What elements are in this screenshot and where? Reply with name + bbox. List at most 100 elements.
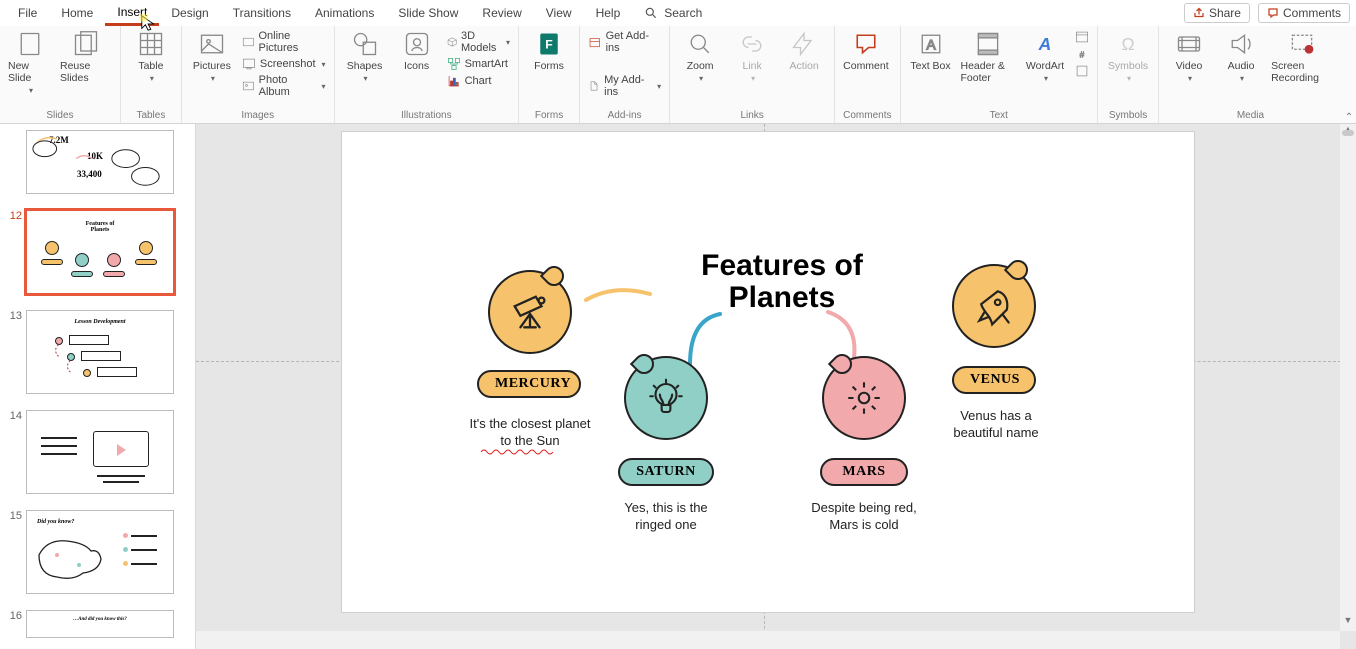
svg-text:A: A: [1038, 34, 1052, 54]
slide-thumb-14[interactable]: [26, 410, 174, 494]
search-label: Search: [664, 6, 702, 20]
slide-thumbnail-panel[interactable]: 7.2M 10K 33,400 12 Features ofPlanets 13: [0, 124, 196, 649]
my-addins-button[interactable]: My Add-ins: [588, 74, 661, 98]
planet-icon-mercury[interactable]: [488, 270, 572, 354]
planet-label-mercury[interactable]: Mercury: [477, 370, 581, 398]
planet-desc-saturn[interactable]: Yes, this is the ringed one: [610, 500, 722, 534]
chart-button[interactable]: Chart: [447, 74, 510, 88]
connector-squiggle: [584, 282, 654, 312]
ribbon: New Slide Reuse Slides Slides Table Tabl…: [0, 26, 1356, 124]
header-footer-button[interactable]: Header & Footer: [961, 30, 1016, 84]
tab-insert[interactable]: Insert: [105, 1, 159, 26]
share-button[interactable]: Share: [1184, 3, 1250, 23]
group-comments: Comment Comments: [835, 26, 900, 123]
tab-slideshow[interactable]: Slide Show: [386, 2, 470, 24]
audio-button[interactable]: Audio: [1219, 30, 1263, 83]
slide-canvas[interactable]: Features of Planets Mercury It's the clo…: [342, 132, 1194, 612]
table-button[interactable]: Table: [129, 30, 173, 83]
smartart-button[interactable]: SmartArt: [447, 57, 510, 71]
planet-label-mars[interactable]: Mars: [820, 458, 908, 486]
tab-animations[interactable]: Animations: [303, 2, 386, 24]
slide-number-button[interactable]: #: [1075, 47, 1089, 61]
planet-desc-venus[interactable]: Venus has a beautiful name: [942, 408, 1050, 442]
group-forms: FForms Forms: [519, 26, 580, 123]
tab-design[interactable]: Design: [159, 2, 220, 24]
screenshot-button[interactable]: Screenshot: [242, 57, 326, 71]
svg-text:A: A: [926, 36, 936, 52]
group-label: Forms: [527, 108, 571, 121]
screen-recording-button[interactable]: Screen Recording: [1271, 30, 1334, 84]
wordart-button[interactable]: AWordArt: [1023, 30, 1067, 83]
planet-label-venus[interactable]: Venus: [952, 366, 1036, 394]
scroll-thumb[interactable]: [1342, 130, 1354, 136]
pictures-button[interactable]: Pictures: [190, 30, 234, 83]
svg-text:Ω: Ω: [1122, 34, 1135, 54]
planet-icon-saturn[interactable]: [624, 356, 708, 440]
action-button[interactable]: Action: [782, 30, 826, 72]
gear-icon: [843, 377, 885, 419]
group-images: Pictures Online Pictures Screenshot Phot…: [182, 26, 335, 123]
zoom-button[interactable]: Zoom: [678, 30, 722, 83]
comment-icon: [1267, 7, 1279, 19]
group-label: Illustrations: [343, 108, 510, 121]
search-icon: [644, 6, 658, 20]
group-text: AText Box Header & Footer AWordArt # Tex…: [901, 26, 1099, 123]
slide-thumb-13[interactable]: Lesson Development: [26, 310, 174, 394]
group-label: Slides: [8, 108, 112, 121]
date-time-button[interactable]: [1075, 30, 1089, 44]
new-comment-button[interactable]: Comment: [843, 30, 889, 72]
group-tables: Table Tables: [121, 26, 182, 123]
forms-button[interactable]: FForms: [527, 30, 571, 72]
tab-view[interactable]: View: [534, 2, 584, 24]
group-label: Comments: [843, 108, 891, 121]
slide-thumb-12[interactable]: Features ofPlanets: [26, 210, 174, 294]
rocket-icon: [972, 284, 1016, 328]
group-symbols: ΩSymbols Symbols: [1098, 26, 1159, 123]
share-label: Share: [1209, 6, 1241, 20]
vertical-scrollbar[interactable]: ▲ ▼: [1340, 124, 1356, 631]
textbox-button[interactable]: AText Box: [909, 30, 953, 72]
video-button[interactable]: Video: [1167, 30, 1211, 83]
get-addins-button[interactable]: Get Add-ins: [588, 30, 661, 54]
slide-editor-stage[interactable]: Features of Planets Mercury It's the clo…: [196, 124, 1356, 649]
planet-icon-mars[interactable]: [822, 356, 906, 440]
menu-bar: File Home Insert Design Transitions Anim…: [0, 0, 1356, 26]
slide-thumb-16[interactable]: …And did you know this?: [26, 610, 174, 638]
tab-transitions[interactable]: Transitions: [221, 2, 303, 24]
search-button[interactable]: Search: [632, 2, 714, 24]
group-illustrations: Shapes Icons 3D Models SmartArt Chart Il…: [335, 26, 519, 123]
group-links: Zoom Link Action Links: [670, 26, 835, 123]
symbols-button[interactable]: ΩSymbols: [1106, 30, 1150, 83]
tab-home[interactable]: Home: [49, 2, 105, 24]
new-slide-button[interactable]: New Slide: [8, 30, 52, 95]
planet-desc-mars[interactable]: Despite being red, Mars is cold: [800, 500, 928, 534]
collapse-ribbon-button[interactable]: ⌃: [1342, 26, 1356, 123]
object-button[interactable]: [1075, 64, 1089, 78]
planet-desc-mercury[interactable]: It's the closest planet to the Sun: [467, 416, 593, 450]
horizontal-scrollbar[interactable]: [196, 631, 1340, 649]
reuse-slides-button[interactable]: Reuse Slides: [60, 30, 112, 84]
photo-album-button[interactable]: Photo Album: [242, 74, 326, 98]
planet-icon-venus[interactable]: [952, 264, 1036, 348]
group-label: Add-ins: [588, 108, 661, 121]
share-icon: [1193, 7, 1205, 19]
online-pictures-button[interactable]: Online Pictures: [242, 30, 326, 54]
group-label: Text: [909, 108, 1090, 121]
comments-button[interactable]: Comments: [1258, 3, 1350, 23]
3dmodels-button[interactable]: 3D Models: [447, 30, 510, 54]
tab-review[interactable]: Review: [470, 2, 533, 24]
slide-thumb-11[interactable]: 7.2M 10K 33,400: [26, 130, 174, 194]
slide-title[interactable]: Features of Planets: [642, 250, 922, 313]
tab-help[interactable]: Help: [584, 2, 633, 24]
tab-file[interactable]: File: [6, 2, 49, 24]
group-addins: Get Add-ins My Add-ins Add-ins: [580, 26, 670, 123]
scroll-down-button[interactable]: ▼: [1340, 615, 1356, 631]
bulb-icon: [645, 377, 687, 419]
planet-label-saturn[interactable]: Saturn: [618, 458, 714, 486]
icons-button[interactable]: Icons: [395, 30, 439, 72]
link-button[interactable]: Link: [730, 30, 774, 83]
telescope-icon: [507, 289, 553, 335]
slide-thumb-15[interactable]: Did you know?: [26, 510, 174, 594]
shapes-button[interactable]: Shapes: [343, 30, 387, 83]
group-label: Links: [678, 108, 826, 121]
